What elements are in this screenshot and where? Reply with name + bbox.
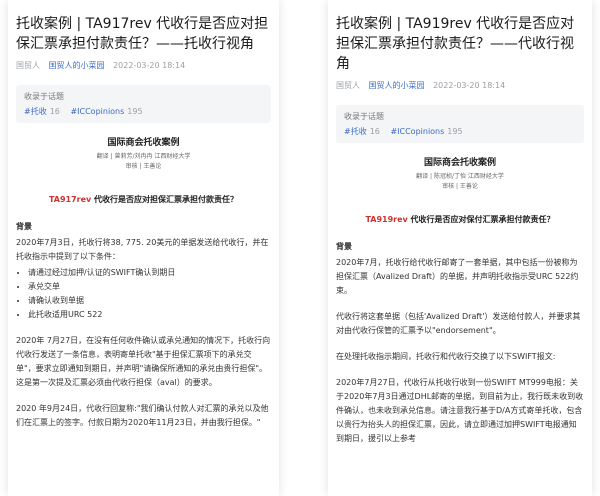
left-article-card: 托收案例 | TA917rev 代收行是否应对担保汇票承担付款责任？——托收行视… xyxy=(8,0,279,496)
topic-box: 收录于话题 #托收 16 #ICCopinions 195 xyxy=(336,105,584,143)
topic-tag[interactable]: #托收 16 xyxy=(24,107,60,116)
publish-date: 2022-03-20 18:14 xyxy=(433,81,506,90)
section-header: 国际商会托收案例 xyxy=(107,138,180,148)
source-label: 国贸人 xyxy=(16,61,40,70)
paragraph: 代收行将这套单据（包括'Avalized Draft'）发送给付款人，并要求其对… xyxy=(336,312,581,335)
tag-count: 195 xyxy=(127,107,143,116)
article-meta: 国贸人 国贸人的小菜园 2022-03-20 18:14 xyxy=(336,80,584,91)
paragraph: 在处理托收指示期间，托收行和代收行交换了以下SWIFT报文: xyxy=(336,352,556,361)
reviewer-credit: 审核 | 王善论 xyxy=(125,163,162,170)
list-item: 请通过经过加押/认证的SWIFT确认到期日 xyxy=(28,266,271,280)
tag-name: #ICCopinions xyxy=(390,127,445,136)
source-label: 国贸人 xyxy=(336,81,360,90)
tag-count: 16 xyxy=(369,127,380,136)
publish-date: 2022-03-20 18:14 xyxy=(113,61,186,70)
right-article-screenshot: 托收案例 | TA919rev 代收行是否应对担保汇票承担付款责任？——代收行视… xyxy=(320,0,600,496)
article-title: 托收案例 | TA919rev 代收行是否应对担保汇票承担付款责任？——代收行视… xyxy=(336,16,575,72)
translator-credit: 翻译 | 陈冠桢/丁怡 江西财经大学 xyxy=(416,173,504,180)
case-title-text: 代收行是否应对担保汇票承担付款责任？ xyxy=(91,195,239,204)
topic-box: 收录于话题 #托收 16 #ICCopinions 195 xyxy=(16,85,271,123)
section-header: 国际商会托收案例 xyxy=(423,158,496,168)
article-meta: 国贸人 国贸人的小菜园 2022-03-20 18:14 xyxy=(16,60,271,71)
list-item: 请确认收到单据 xyxy=(28,294,271,308)
section-heading: 背景 xyxy=(16,222,32,231)
paragraph: 2020年7月3日，托收行将38, 775. 20美元的单据发送给代收行，并在托… xyxy=(16,238,269,261)
tag-name: #ICCopinions xyxy=(70,107,125,116)
list-item: 此托收适用URC 522 xyxy=(28,308,271,322)
paragraph: 2020年 7月27日，在没有任何收件确认或承兑通知的情况下，托收行向代收行发送… xyxy=(16,336,271,387)
case-title: TA919rev 代收行是否应对保付汇票承担付款责任？ xyxy=(336,214,584,225)
translator-credit: 翻译 | 曾莉芳/刘冉冉 江西财经大学 xyxy=(96,153,191,160)
left-article-screenshot: 托收案例 | TA917rev 代收行是否应对担保汇票承担付款责任？——托收行视… xyxy=(0,0,287,496)
condition-list: 请通过经过加押/认证的SWIFT确认到期日 承兑交单 请确认收到单据 此托收适用… xyxy=(16,266,271,322)
case-title: TA917rev 代收行是否应对担保汇票承担付款责任？ xyxy=(16,194,271,205)
case-title-text: 代收行是否应对保付汇票承担付款责任？ xyxy=(407,215,555,224)
topic-tag[interactable]: #ICCopinions 195 xyxy=(390,127,462,136)
tag-count: 195 xyxy=(447,127,463,136)
right-article-card: 托收案例 | TA919rev 代收行是否应对担保汇票承担付款责任？——代收行视… xyxy=(328,0,592,496)
list-item: 承兑交单 xyxy=(28,280,271,294)
topic-tag[interactable]: #托收 16 xyxy=(344,127,380,136)
article-title: 托收案例 | TA917rev 代收行是否应对担保汇票承担付款责任？——托收行视… xyxy=(16,16,269,52)
case-code: TA917rev xyxy=(48,195,92,204)
account-link[interactable]: 国贸人的小菜园 xyxy=(369,81,425,90)
paragraph: 2020年7月，托收行给代收行邮寄了一套单据，其中包括一份被称为担保汇票（Ava… xyxy=(336,258,579,295)
topic-label: 收录于话题 xyxy=(24,92,64,101)
tag-name: #托收 xyxy=(24,107,47,116)
paragraph: 2020年7月27日，代收行从托收行收到一份SWIFT MT999电报：关于20… xyxy=(336,378,584,443)
tag-name: #托收 xyxy=(344,127,367,136)
reviewer-credit: 审核 | 王善论 xyxy=(442,183,478,190)
tag-count: 16 xyxy=(49,107,60,116)
paragraph: 2020 年9月24日，代收行回复称:"我们确认付款人对汇票的承兑以及他们在汇票… xyxy=(16,404,269,427)
topic-tag[interactable]: #ICCopinions 195 xyxy=(70,107,142,116)
case-code: TA919rev xyxy=(365,215,408,224)
topic-label: 收录于话题 xyxy=(344,112,384,121)
section-heading: 背景 xyxy=(336,242,352,251)
account-link[interactable]: 国贸人的小菜园 xyxy=(49,61,105,70)
